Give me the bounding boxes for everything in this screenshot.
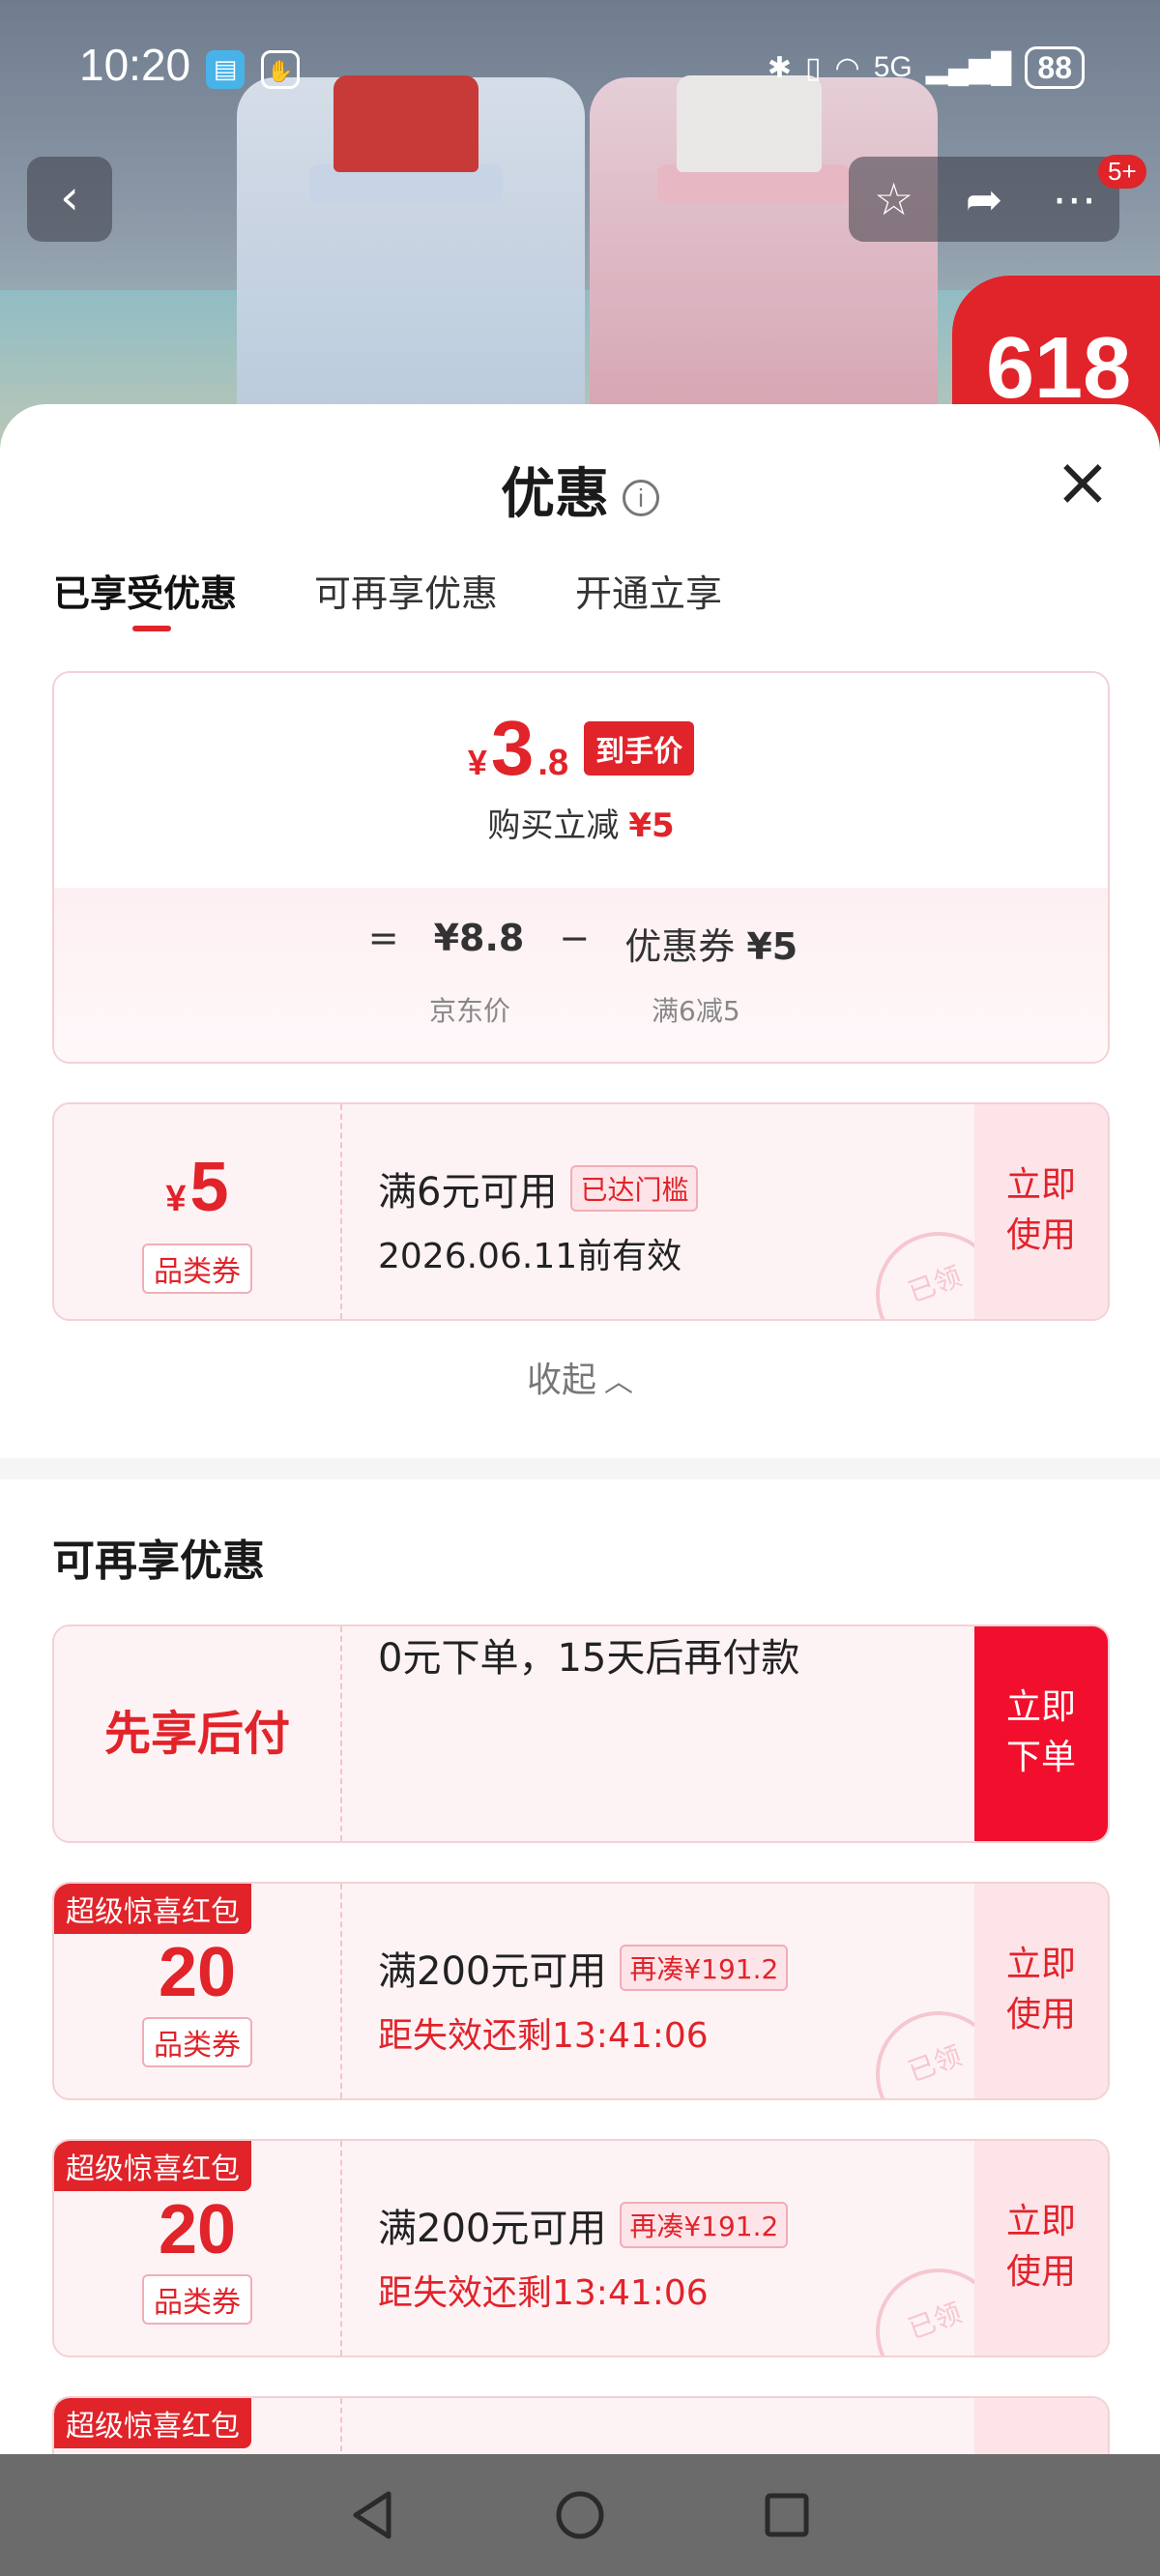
chevron-up-icon: ︿ — [604, 1365, 633, 1399]
collapse-button[interactable]: 收起 ︿ — [0, 1352, 1160, 1402]
reduction-label: 购买立减 — [487, 806, 620, 845]
signal-icon: ▂▄▆█ — [925, 51, 1012, 84]
section-divider — [0, 1458, 1160, 1479]
price-summary-card: ¥ 3 .8 到手价 购买立减 ¥5 = ¥8.8 − 优惠券 ¥5 京东价 满6… — [52, 671, 1110, 1064]
final-price-integer: 3 — [490, 705, 535, 791]
equals-sign: = — [367, 917, 399, 959]
section-title: 可再享优惠 — [52, 1537, 265, 1586]
use-now-label: 立即使用 — [1005, 2202, 1076, 2292]
coupon-condition: 满200元可用 — [378, 1949, 607, 1994]
use-now-label: 立即使用 — [1005, 1165, 1076, 1255]
final-price-decimal: .8 — [537, 743, 569, 783]
applied-coupon-card: ¥5 品类券 满6元可用 已达门槛 2026.06.11前有效 已领 立即使用 — [52, 1102, 1110, 1321]
sheet-title-text: 优惠 — [501, 463, 609, 526]
sheet-title: 优惠 i — [0, 451, 1160, 529]
coupon-card: 超级惊喜红包 20 品类券 满200元可用 再凑¥191.2 距失效还剩13:41… — [52, 2139, 1110, 2357]
coupon-kind: 品类券 — [142, 1244, 252, 1294]
use-now-button[interactable]: 立即使用 — [974, 1884, 1108, 2098]
star-icon[interactable]: ☆ — [856, 173, 933, 225]
coupon-kind: 品类券 — [142, 2274, 252, 2325]
remaining-amount-chip: 再凑¥191.2 — [620, 1945, 789, 1991]
coupon-amount-block: ¥5 品类券 — [54, 1104, 342, 1319]
coupon-kind: 品类券 — [142, 2017, 252, 2067]
discount-tabs: 已享受优惠 可再享优惠 开通立享 — [53, 564, 722, 631]
reduction-value: ¥5 — [628, 806, 675, 845]
share-icon[interactable]: ➦ — [945, 173, 1023, 225]
use-now-button[interactable]: 立即使用 — [974, 1104, 1108, 1319]
coupon-amount-block — [54, 2398, 342, 2454]
order-now-label: 立即下单 — [1005, 1687, 1076, 1777]
remaining-amount-chip: 再凑¥191.2 — [620, 2202, 789, 2248]
book-icon: ▤ — [206, 50, 245, 89]
coupon-amount: 5 — [189, 1149, 229, 1226]
wifi-icon: ◠ — [834, 51, 860, 84]
system-navigation-bar — [0, 2454, 1160, 2576]
tab-activate[interactable]: 开通立享 — [575, 564, 722, 617]
coupon-amount-block: 20 品类券 — [54, 1884, 342, 2098]
coupon-amount: 20 — [158, 2191, 237, 2269]
purchase-reduction: 购买立减 ¥5 — [54, 799, 1108, 846]
status-bar: 10:20 ▤ ✋ ✱ ▯ ◠ 5G ▂▄▆█ 88 — [0, 0, 1160, 145]
final-price-block: ¥ 3 .8 到手价 购买立减 ¥5 — [54, 673, 1108, 888]
collapse-label: 收起 — [526, 1361, 596, 1400]
discount-sheet: 优惠 i × 已享受优惠 可再享优惠 开通立享 ¥ 3 .8 到手价 购买立减 ¥5… — [0, 404, 1160, 2454]
coupon-caption: 满6减5 — [652, 995, 740, 1027]
use-now-label: 立即使用 — [1005, 1945, 1076, 2034]
order-now-button[interactable]: 立即下单 — [974, 1626, 1108, 1841]
coupon-condition: 满6元可用 — [378, 1170, 558, 1215]
coupon-value: ¥5 — [746, 925, 798, 968]
status-icons: ✱ ▯ ◠ 5G ▂▄▆█ 88 — [768, 46, 1085, 89]
hand-icon: ✋ — [261, 50, 300, 89]
final-price-tag: 到手价 — [584, 721, 695, 776]
network-type: 5G — [873, 51, 913, 83]
battery-indicator: 88 — [1025, 46, 1085, 89]
chevron-left-icon: ‹ — [60, 169, 79, 225]
tab-more-available[interactable]: 可再享优惠 — [314, 564, 498, 617]
close-icon[interactable]: × — [1049, 448, 1116, 520]
coupon-amount-block: 20 品类券 — [54, 2141, 342, 2356]
recents-square-icon[interactable] — [756, 2484, 818, 2546]
threshold-met-chip: 已达门槛 — [570, 1165, 699, 1212]
status-time: 10:20 — [79, 40, 191, 90]
tab-enjoyed[interactable]: 已享受优惠 — [53, 564, 237, 631]
use-now-button[interactable] — [974, 2398, 1108, 2454]
coupon-condition: 满200元可用 — [378, 2207, 607, 2251]
use-now-button[interactable]: 立即使用 — [974, 2141, 1108, 2356]
minus-sign: − — [559, 917, 591, 959]
coupon-card: 超级惊喜红包 — [52, 2396, 1110, 2454]
info-icon[interactable]: i — [623, 479, 659, 516]
coupon-amount: 20 — [158, 1934, 237, 2011]
home-circle-icon[interactable] — [549, 2484, 611, 2546]
coupon-card: 超级惊喜红包 20 品类券 满200元可用 再凑¥191.2 距失效还剩13:41… — [52, 1882, 1110, 2100]
currency-symbol: ¥ — [165, 1179, 187, 1219]
bnpl-card: 先享后付 0元下单，15天后再付款 立即下单 — [52, 1625, 1110, 1843]
price-formula: = ¥8.8 − 优惠券 ¥5 京东价 满6减5 — [54, 888, 1108, 1062]
base-price-caption: 京东价 — [429, 995, 511, 1027]
back-button[interactable]: ‹ — [27, 157, 112, 242]
base-price: ¥8.8 — [433, 917, 525, 959]
bluetooth-icon: ✱ — [767, 51, 793, 84]
coupon-label: 优惠券 — [624, 925, 736, 968]
top-action-group: ☆ ➦ ⋯ — [849, 157, 1119, 242]
message-count-badge: 5+ — [1098, 155, 1146, 189]
currency-symbol: ¥ — [467, 743, 487, 782]
bnpl-label: 先享后付 — [54, 1626, 342, 1841]
bnpl-description: 0元下单，15天后再付款 — [378, 1636, 800, 1681]
vibrate-icon: ▯ — [805, 51, 822, 84]
back-triangle-icon[interactable] — [342, 2484, 404, 2546]
